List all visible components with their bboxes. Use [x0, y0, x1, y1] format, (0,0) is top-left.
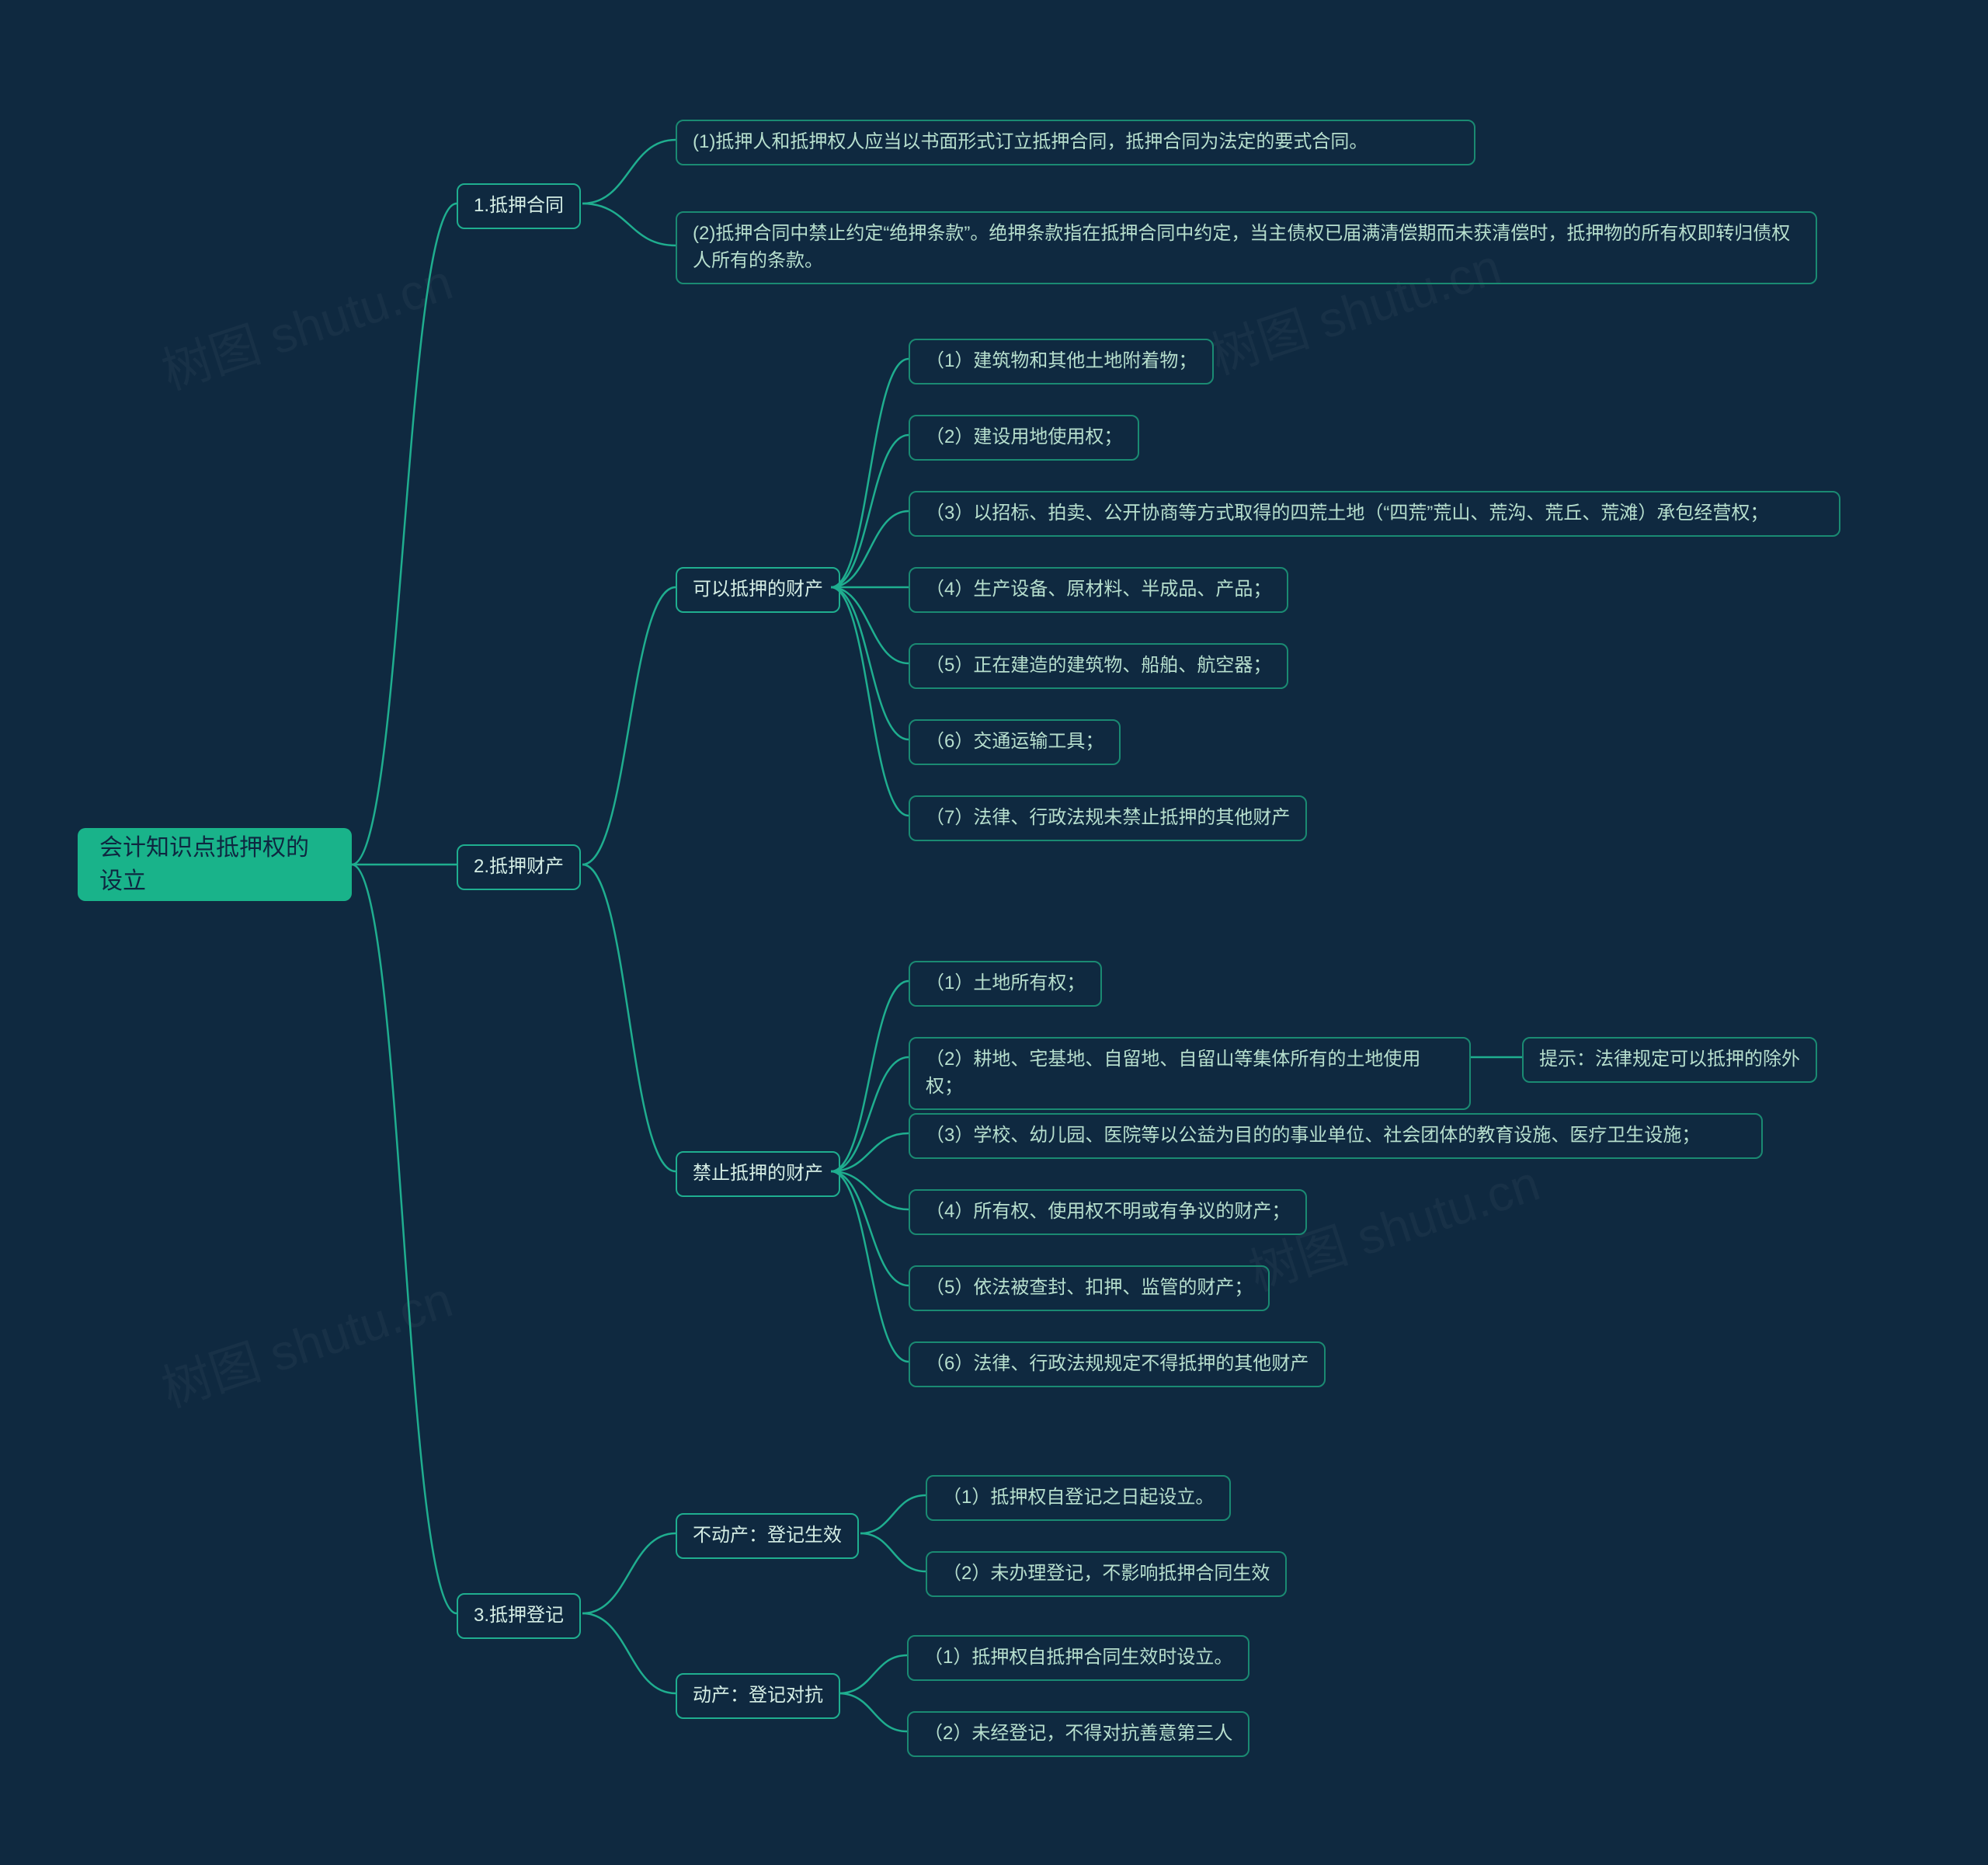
node-contract-2[interactable]: (2)抵押合同中禁止约定“绝押条款”。绝押条款指在抵押合同中约定，当主债权已届满… — [676, 211, 1817, 284]
node-allowed-1[interactable]: （1）建筑物和其他土地附着物； — [909, 339, 1214, 384]
node-allowed-4[interactable]: （4）生产设备、原材料、半成品、产品； — [909, 567, 1288, 613]
node-movable-2[interactable]: （2）未经登记，不得对抗善意第三人 — [907, 1711, 1249, 1757]
watermark: 树图 shutu.cn — [151, 242, 460, 403]
node-register[interactable]: 3.抵押登记 — [457, 1593, 581, 1639]
node-contract[interactable]: 1.抵押合同 — [457, 183, 581, 229]
node-movable[interactable]: 动产：登记对抗 — [676, 1673, 840, 1719]
node-realestate[interactable]: 不动产：登记生效 — [676, 1513, 859, 1559]
node-allowed[interactable]: 可以抵押的财产 — [676, 567, 840, 613]
node-allowed-3[interactable]: （3）以招标、拍卖、公开协商等方式取得的四荒土地（“四荒”荒山、荒沟、荒丘、荒滩… — [909, 491, 1840, 537]
node-forbidden-5[interactable]: （5）依法被查封、扣押、监管的财产； — [909, 1265, 1270, 1311]
node-contract-1[interactable]: (1)抵押人和抵押权人应当以书面形式订立抵押合同，抵押合同为法定的要式合同。 — [676, 120, 1475, 165]
node-forbidden-4[interactable]: （4）所有权、使用权不明或有争议的财产； — [909, 1189, 1307, 1235]
node-allowed-2[interactable]: （2）建设用地使用权； — [909, 415, 1139, 461]
root-node[interactable]: 会计知识点抵押权的设立 — [78, 828, 352, 901]
node-realestate-2[interactable]: （2）未办理登记，不影响抵押合同生效 — [926, 1551, 1287, 1597]
node-allowed-7[interactable]: （7）法律、行政法规未禁止抵押的其他财产 — [909, 795, 1307, 841]
node-forbidden-2[interactable]: （2）耕地、宅基地、自留地、自留山等集体所有的土地使用权； — [909, 1037, 1471, 1110]
node-allowed-6[interactable]: （6）交通运输工具； — [909, 719, 1121, 765]
node-property[interactable]: 2.抵押财产 — [457, 844, 581, 890]
node-forbidden-6[interactable]: （6）法律、行政法规规定不得抵押的其他财产 — [909, 1341, 1326, 1387]
node-realestate-1[interactable]: （1）抵押权自登记之日起设立。 — [926, 1475, 1231, 1521]
node-forbidden-3[interactable]: （3）学校、幼儿园、医院等以公益为目的的事业单位、社会团体的教育设施、医疗卫生设… — [909, 1113, 1763, 1159]
node-forbidden-1[interactable]: （1）土地所有权； — [909, 961, 1102, 1007]
watermark: 树图 shutu.cn — [151, 1260, 460, 1421]
node-forbidden-2-tip[interactable]: 提示：法律规定可以抵押的除外 — [1522, 1037, 1817, 1083]
node-forbidden[interactable]: 禁止抵押的财产 — [676, 1151, 840, 1197]
node-movable-1[interactable]: （1）抵押权自抵押合同生效时设立。 — [907, 1635, 1249, 1681]
node-allowed-5[interactable]: （5）正在建造的建筑物、船舶、航空器； — [909, 643, 1288, 689]
